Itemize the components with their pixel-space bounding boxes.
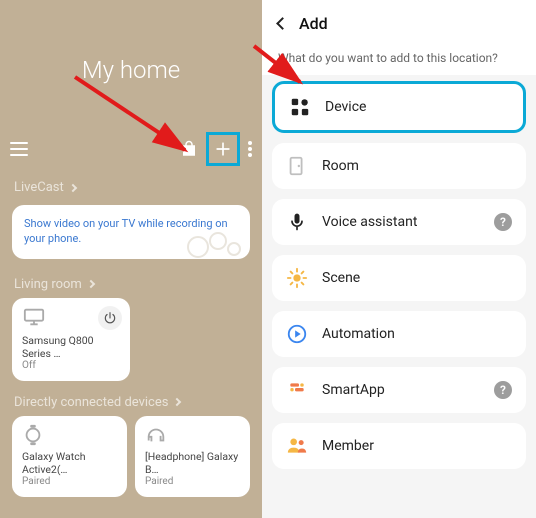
room-icon [286, 155, 308, 177]
add-option-smartapp[interactable]: SmartApp ? [272, 367, 526, 413]
add-option-automation[interactable]: Automation [272, 311, 526, 357]
power-button[interactable] [98, 306, 122, 330]
add-option-device[interactable]: Device [272, 81, 526, 133]
chevron-right-icon [173, 398, 181, 406]
home-pane: My home LiveCast Show video on your TV w… [0, 0, 262, 518]
watch-icon [22, 424, 117, 450]
device-status: Off [22, 360, 120, 371]
device-name: Galaxy Watch Active2(… [22, 450, 117, 476]
add-pane: Add What do you want to add to this loca… [262, 0, 536, 518]
header: Add [262, 0, 536, 39]
help-icon[interactable]: ? [494, 213, 512, 231]
option-label: Scene [322, 270, 360, 286]
add-button[interactable] [211, 137, 235, 161]
add-button-highlight [206, 132, 240, 166]
device-name: [Headphone] Galaxy B… [145, 450, 240, 476]
option-label: SmartApp [322, 382, 385, 398]
device-status: Paired [145, 476, 240, 487]
page-title: My home [0, 56, 262, 84]
option-label: Room [322, 158, 359, 174]
automation-icon [286, 323, 308, 345]
devices-icon[interactable] [180, 139, 198, 159]
chevron-right-icon [69, 183, 77, 191]
section-label: Directly connected devices [14, 395, 168, 410]
option-label: Device [325, 99, 366, 115]
tv-icon [22, 306, 46, 328]
chevron-left-icon [276, 17, 289, 30]
section-livecast[interactable]: LiveCast [0, 166, 262, 201]
help-icon[interactable]: ? [494, 381, 512, 399]
add-option-voice[interactable]: Voice assistant ? [272, 199, 526, 245]
option-label: Member [322, 438, 374, 454]
section-label: LiveCast [14, 180, 64, 195]
option-label: Automation [322, 326, 395, 342]
section-livingroom[interactable]: Living room [0, 263, 262, 298]
option-label: Voice assistant [322, 214, 417, 230]
header-title: Add [299, 14, 328, 33]
device-card[interactable]: Galaxy Watch Active2(… Paired [12, 416, 127, 497]
device-icon [289, 96, 311, 118]
add-option-scene[interactable]: Scene [272, 255, 526, 301]
overflow-icon[interactable] [248, 141, 252, 157]
member-icon [286, 435, 308, 457]
livecast-card[interactable]: Show video on your TV while recording on… [12, 205, 250, 259]
headphone-icon [145, 424, 240, 450]
scene-icon [286, 267, 308, 289]
device-status: Paired [22, 476, 117, 487]
device-card[interactable]: Samsung Q800 Series … Off [12, 298, 130, 381]
section-label: Living room [14, 277, 82, 292]
chevron-right-icon [87, 280, 95, 288]
device-name: Samsung Q800 Series … [22, 334, 120, 360]
section-direct[interactable]: Directly connected devices [0, 381, 262, 416]
add-options-list: Device Room Voice assistant ? [262, 75, 536, 518]
smartapp-icon [286, 379, 308, 401]
toolbar [0, 132, 262, 166]
mic-icon [286, 211, 308, 233]
add-option-room[interactable]: Room [272, 143, 526, 189]
add-option-member[interactable]: Member [272, 423, 526, 469]
menu-icon[interactable] [10, 142, 28, 156]
bubble-decor-icon [186, 225, 246, 259]
prompt-text: What do you want to add to this location… [262, 39, 536, 75]
device-card[interactable]: [Headphone] Galaxy B… Paired [135, 416, 250, 497]
back-button[interactable] [278, 19, 287, 28]
